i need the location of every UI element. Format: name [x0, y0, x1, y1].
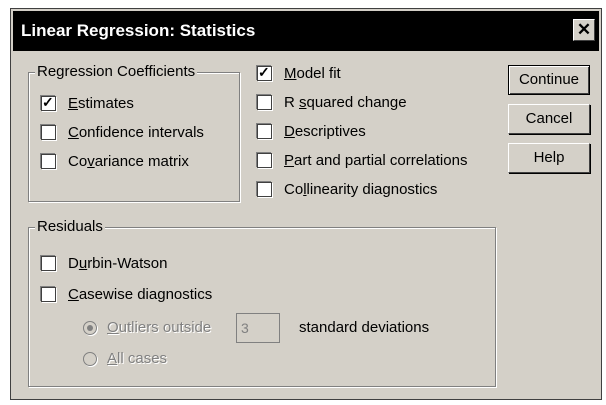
outliers-outside-label: Outliers outside	[107, 319, 212, 336]
all-cases-label: All cases	[107, 350, 168, 367]
model-fit-checkbox[interactable]: ✓	[257, 64, 272, 81]
part-partial-correlations-label: Part and partial correlations	[284, 152, 468, 169]
confidence-intervals-checkbox-row[interactable]: Confidence intervals	[41, 124, 204, 141]
check-icon: ✓	[258, 64, 270, 80]
collinearity-diagnostics-checkbox[interactable]	[257, 182, 272, 197]
r-squared-change-checkbox-row[interactable]: R squared change	[257, 94, 407, 111]
covariance-matrix-checkbox-row[interactable]: Covariance matrix	[41, 153, 189, 170]
collinearity-diagnostics-label: Collinearity diagnostics	[284, 181, 438, 198]
covariance-matrix-label: Covariance matrix	[68, 153, 189, 170]
continue-button[interactable]: Continue	[508, 65, 590, 95]
standard-deviations-label: standard deviations	[299, 319, 430, 336]
residuals-legend: Residuals	[35, 218, 105, 235]
estimates-checkbox[interactable]: ✓	[41, 94, 56, 111]
model-fit-label: Model fit	[284, 65, 341, 82]
part-partial-correlations-checkbox[interactable]	[257, 153, 272, 168]
close-icon: ✕	[576, 20, 592, 39]
descriptives-label: Descriptives	[284, 123, 366, 140]
check-icon: ✓	[42, 94, 54, 110]
durbin-watson-label: Durbin-Watson	[68, 255, 168, 272]
descriptives-checkbox[interactable]	[257, 124, 272, 139]
confidence-intervals-checkbox[interactable]	[41, 125, 56, 140]
descriptives-checkbox-row[interactable]: Descriptives	[257, 123, 366, 140]
estimates-label: Estimates	[68, 95, 134, 112]
help-button[interactable]: Help	[508, 143, 590, 173]
regression-coefficients-legend: Regression Coefficients	[35, 63, 198, 80]
title-bar[interactable]: Linear Regression: Statistics ✕	[13, 11, 599, 51]
durbin-watson-checkbox[interactable]	[41, 256, 56, 271]
casewise-diagnostics-checkbox-row[interactable]: Casewise diagnostics	[41, 286, 212, 303]
window-title: Linear Regression: Statistics	[21, 21, 256, 40]
r-squared-change-label: R squared change	[284, 94, 407, 111]
model-fit-checkbox-row[interactable]: ✓ Model fit	[257, 64, 341, 82]
confidence-intervals-label: Confidence intervals	[68, 124, 204, 141]
durbin-watson-checkbox-row[interactable]: Durbin-Watson	[41, 255, 168, 272]
radio-dot-icon	[87, 324, 93, 331]
casewise-diagnostics-label: Casewise diagnostics	[68, 286, 213, 303]
casewise-diagnostics-checkbox[interactable]	[41, 287, 56, 302]
outliers-outside-radio[interactable]	[83, 320, 97, 335]
linear-regression-statistics-dialog: Linear Regression: Statistics ✕ Regressi…	[10, 8, 602, 400]
r-squared-change-checkbox[interactable]	[257, 95, 272, 110]
outliers-outside-radio-row[interactable]: Outliers outside	[83, 319, 211, 336]
outliers-sd-input[interactable]: 3	[236, 313, 280, 343]
close-button[interactable]: ✕	[573, 19, 595, 41]
estimates-checkbox-row[interactable]: ✓ Estimates	[41, 94, 134, 112]
cancel-button[interactable]: Cancel	[508, 104, 590, 134]
all-cases-radio-row[interactable]: All cases	[83, 350, 167, 367]
collinearity-diagnostics-checkbox-row[interactable]: Collinearity diagnostics	[257, 181, 437, 198]
covariance-matrix-checkbox[interactable]	[41, 154, 56, 169]
all-cases-radio[interactable]	[83, 351, 97, 366]
part-partial-correlations-checkbox-row[interactable]: Part and partial correlations	[257, 152, 467, 169]
